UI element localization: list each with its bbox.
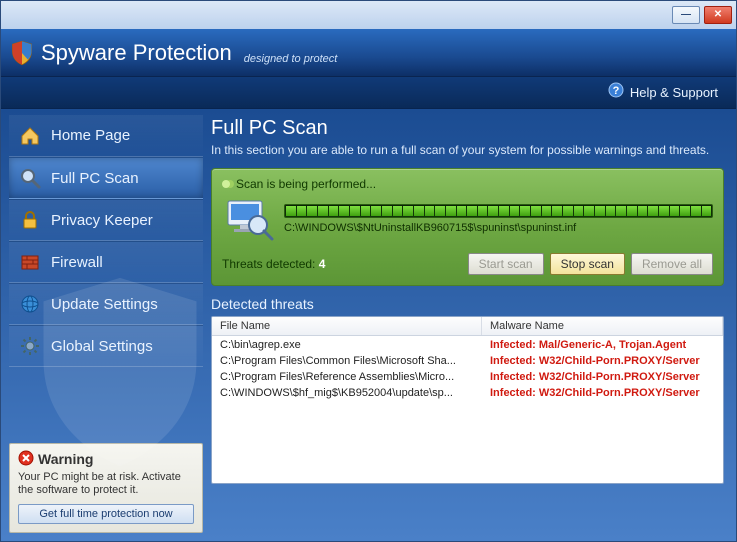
globe-icon: [19, 293, 41, 315]
close-button[interactable]: ✕: [704, 6, 732, 24]
help-support-link[interactable]: Help & Support: [630, 85, 718, 100]
nav-home[interactable]: Home Page: [9, 115, 203, 157]
threats-detected: Threats detected: 4: [222, 257, 325, 271]
app-subtitle: designed to protect: [244, 53, 338, 65]
stop-scan-button[interactable]: Stop scan: [550, 253, 625, 275]
table-header: File Name Malware Name: [212, 317, 723, 336]
threats-count: 4: [319, 257, 326, 271]
warning-body: Your PC might be at risk. Activate the s…: [18, 471, 194, 499]
table-row[interactable]: C:\bin\agrep.exe Infected: Mal/Generic-A…: [212, 338, 723, 354]
threats-table: File Name Malware Name C:\bin\agrep.exe …: [211, 316, 724, 484]
scan-panel: Scan is being performed... C:\WINDOWS\$N…: [211, 168, 724, 286]
shield-icon: [11, 42, 33, 64]
titlebar: — ✕: [1, 1, 736, 29]
activate-button[interactable]: Get full time protection now: [18, 504, 194, 524]
page-heading: Full PC Scan: [211, 117, 724, 140]
app-body: Home Page Full PC Scan Privacy Keeper Fi…: [1, 109, 736, 541]
spinner-icon: [222, 180, 230, 188]
table-row[interactable]: C:\Program Files\Common Files\Microsoft …: [212, 354, 723, 370]
warning-title: Warning: [38, 451, 93, 467]
nav-label: Update Settings: [51, 296, 158, 313]
app-header: Spyware Protection designed to protect: [1, 29, 736, 77]
remove-all-button[interactable]: Remove all: [631, 253, 713, 275]
scan-status: Scan is being performed...: [222, 177, 713, 191]
table-row[interactable]: C:\Program Files\Reference Assemblies\Mi…: [212, 370, 723, 386]
svg-text:?: ?: [612, 85, 619, 97]
home-icon: [19, 125, 41, 147]
app-title: Spyware Protection: [41, 40, 232, 66]
nav-full-scan[interactable]: Full PC Scan: [9, 157, 203, 199]
magnifier-icon: [19, 167, 41, 189]
lock-icon: [19, 209, 41, 231]
start-scan-button[interactable]: Start scan: [468, 253, 544, 275]
nav-firewall[interactable]: Firewall: [9, 241, 203, 283]
scan-current-file: C:\WINDOWS\$NtUninstallKB960715$\spunins…: [284, 222, 713, 234]
minimize-button[interactable]: —: [672, 6, 700, 24]
help-icon: ?: [608, 82, 624, 103]
nav-privacy[interactable]: Privacy Keeper: [9, 199, 203, 241]
content-area: Full PC Scan In this section you are abl…: [211, 109, 736, 541]
nav-label: Global Settings: [51, 338, 153, 355]
col-malware[interactable]: Malware Name: [482, 317, 723, 335]
sidebar: Home Page Full PC Scan Privacy Keeper Fi…: [1, 109, 211, 541]
table-row[interactable]: C:\WINDOWS\$hf_mig$\KB952004\update\sp..…: [212, 386, 723, 402]
error-icon: [18, 450, 34, 469]
detected-threats-heading: Detected threats: [211, 296, 724, 312]
app-window: { "app": { "title": "Spyware Protection"…: [0, 0, 737, 542]
nav-label: Firewall: [51, 254, 103, 271]
page-description: In this section you are able to run a fu…: [211, 142, 724, 158]
firewall-icon: [19, 251, 41, 273]
nav: Home Page Full PC Scan Privacy Keeper Fi…: [9, 115, 203, 367]
nav-global[interactable]: Global Settings: [9, 325, 203, 367]
warning-box: Warning Your PC might be at risk. Activa…: [9, 443, 203, 534]
nav-label: Privacy Keeper: [51, 212, 153, 229]
help-bar: ? Help & Support: [1, 77, 736, 109]
nav-update[interactable]: Update Settings: [9, 283, 203, 325]
nav-label: Full PC Scan: [51, 170, 139, 187]
col-filename[interactable]: File Name: [212, 317, 482, 335]
progress-bar: [284, 204, 713, 218]
gear-icon: [19, 335, 41, 357]
scan-monitor-icon: [222, 197, 274, 241]
nav-label: Home Page: [51, 127, 130, 144]
